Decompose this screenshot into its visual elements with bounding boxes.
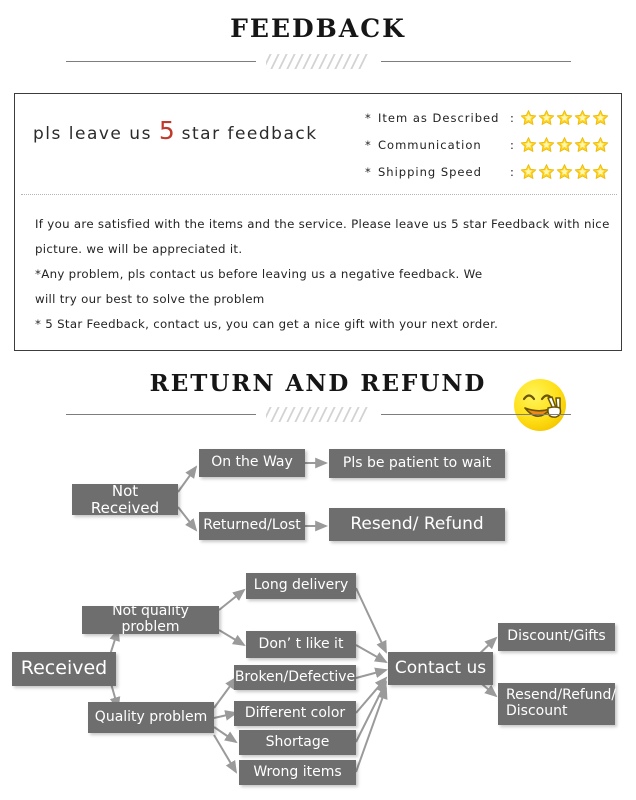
star-icon xyxy=(556,164,573,179)
node-received[interactable]: Received xyxy=(12,652,116,686)
asterisk-icon: * xyxy=(365,110,372,125)
node-broken-defective[interactable]: Broken/Defective xyxy=(234,665,356,690)
node-quality-problem[interactable]: Quality problem xyxy=(88,702,214,733)
star-icon xyxy=(592,110,609,125)
divider-hatch xyxy=(265,406,371,422)
feedback-headline: pls leave us 5 star feedback xyxy=(33,116,318,145)
divider-return xyxy=(0,405,636,423)
star-icon xyxy=(574,110,591,125)
rating-list: * Item as Described : * Communication : … xyxy=(365,104,615,185)
rating-stars xyxy=(520,136,609,153)
body-line: *Any problem, pls contact us before leav… xyxy=(35,267,483,281)
rating-label: Communication xyxy=(378,137,482,152)
node-shortage[interactable]: Shortage xyxy=(239,730,356,755)
star-icon xyxy=(520,137,537,152)
star-icon xyxy=(538,164,555,179)
star-icon xyxy=(574,164,591,179)
headline-star-count: 5 xyxy=(158,116,175,145)
star-icon xyxy=(556,137,573,152)
star-icon xyxy=(592,164,609,179)
headline-text-before: pls leave us xyxy=(33,124,159,144)
asterisk-icon: * xyxy=(365,164,372,179)
node-resend-refund-discount[interactable]: Resend/Refund/ Discount xyxy=(498,683,616,725)
star-icon xyxy=(538,110,555,125)
rating-label: Shipping Speed xyxy=(378,164,482,179)
rating-colon: : xyxy=(510,137,515,152)
node-on-the-way[interactable]: On the Way xyxy=(199,449,305,477)
star-icon xyxy=(574,137,591,152)
divider-rule-right xyxy=(380,60,571,62)
feedback-body-text: If you are satisfied with the items and … xyxy=(35,212,610,337)
feedback-card: pls leave us 5 star feedback * Item as D… xyxy=(14,93,622,431)
body-line: If you are satisfied with the items and … xyxy=(35,217,610,231)
rating-stars xyxy=(520,109,609,126)
rating-colon: : xyxy=(510,110,515,125)
divider-feedback xyxy=(0,52,636,70)
asterisk-icon: * xyxy=(365,137,372,152)
body-line: * 5 Star Feedback, contact us, you can g… xyxy=(35,317,499,331)
node-long-delivery[interactable]: Long delivery xyxy=(246,573,356,599)
body-line: will try our best to solve the problem xyxy=(35,292,265,306)
node-not-quality-problem[interactable]: Not quality problem xyxy=(82,603,219,635)
divider-rule-right xyxy=(380,413,571,415)
node-discount-gifts[interactable]: Discount/Gifts xyxy=(498,623,615,651)
return-refund-flowchart: Not Received On the Way Returned/Lost Pl… xyxy=(0,430,636,790)
divider-rule-left xyxy=(65,413,256,415)
feedback-section-title: FEEDBACK xyxy=(230,14,406,43)
node-contact-us[interactable]: Contact us xyxy=(388,652,493,685)
node-pls-be-patient-to-wait[interactable]: Pls be patient to wait xyxy=(329,449,505,478)
rating-row: * Shipping Speed : xyxy=(365,158,615,185)
node-returned-lost[interactable]: Returned/Lost xyxy=(199,512,305,540)
node-not-received[interactable]: Not Received xyxy=(72,482,178,516)
node-wrong-items[interactable]: Wrong items xyxy=(239,760,356,785)
return-section-title: RETURN AND REFUND xyxy=(149,370,487,397)
feedback-card-top: pls leave us 5 star feedback * Item as D… xyxy=(15,94,621,194)
star-icon xyxy=(556,110,573,125)
rating-row: * Communication : xyxy=(365,131,615,158)
node-different-color[interactable]: Different color xyxy=(234,701,356,726)
node-resend-refund[interactable]: Resend/ Refund xyxy=(329,508,505,541)
rating-row: * Item as Described : xyxy=(365,104,615,131)
star-icon xyxy=(520,164,537,179)
body-line: picture. we will be appreciated it. xyxy=(35,242,243,256)
divider-hatch xyxy=(265,53,371,69)
card-dotted-divider xyxy=(21,194,617,195)
rating-label: Item as Described xyxy=(378,110,500,125)
star-icon xyxy=(592,137,609,152)
star-icon xyxy=(538,137,555,152)
rating-stars xyxy=(520,163,609,180)
headline-text-after: star feedback xyxy=(174,124,318,144)
divider-rule-left xyxy=(65,60,256,62)
rating-colon: : xyxy=(510,164,515,179)
star-icon xyxy=(520,110,537,125)
node-dont-like-it[interactable]: Don’ t like it xyxy=(246,631,356,658)
